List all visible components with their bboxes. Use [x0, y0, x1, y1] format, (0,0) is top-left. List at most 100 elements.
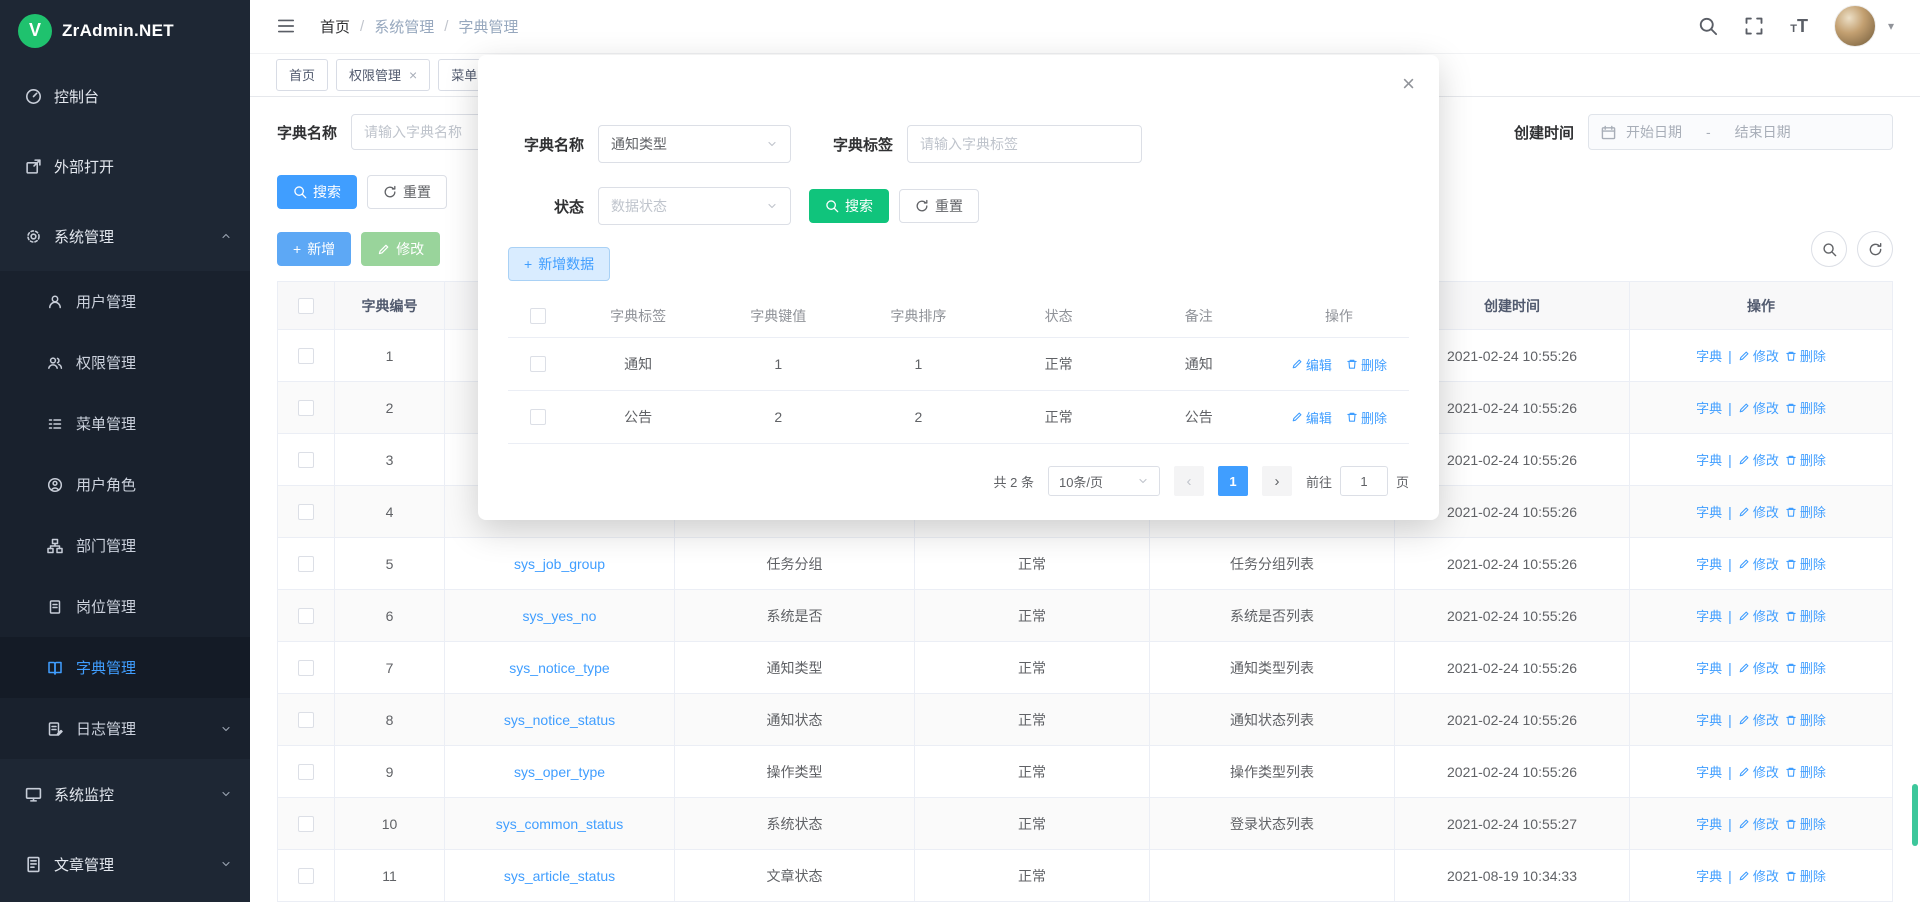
sidebar-item-permissions[interactable]: 权限管理 [0, 332, 250, 393]
row-checkbox[interactable] [298, 452, 314, 468]
scrollbar-thumb[interactable] [1912, 784, 1918, 846]
row-checkbox[interactable] [298, 504, 314, 520]
dict-type-link[interactable]: sys_oper_type [514, 764, 605, 780]
add-data-button[interactable]: + 新增数据 [508, 247, 610, 281]
edit-button[interactable]: 修改 [361, 232, 440, 266]
select-all-checkbox[interactable] [530, 308, 546, 324]
row-checkbox[interactable] [298, 712, 314, 728]
edit-link[interactable]: 修改 [1738, 450, 1779, 469]
row-checkbox[interactable] [530, 409, 546, 425]
dict-type-link[interactable]: sys_notice_status [504, 712, 615, 728]
edit-link[interactable]: 编辑 [1291, 408, 1332, 427]
edit-link[interactable]: 修改 [1738, 658, 1779, 677]
search-icon[interactable] [1698, 16, 1718, 36]
edit-link[interactable]: 修改 [1738, 606, 1779, 625]
delete-link[interactable]: 删除 [1785, 814, 1826, 833]
sidebar-item-system[interactable]: 系统管理 [0, 201, 250, 271]
sidebar-item-dictionary[interactable]: 字典管理 [0, 637, 250, 698]
delete-link[interactable]: 删除 [1785, 606, 1826, 625]
dict-data-link[interactable]: 字典 [1696, 762, 1722, 781]
sidebar-item-departments[interactable]: 部门管理 [0, 515, 250, 576]
row-checkbox[interactable] [298, 556, 314, 572]
row-checkbox[interactable] [298, 816, 314, 832]
sidebar-item-logs[interactable]: 日志管理 [0, 698, 250, 759]
dialog-reset-button[interactable]: 重置 [899, 189, 979, 223]
goto-page-input[interactable] [1340, 466, 1388, 496]
delete-link[interactable]: 删除 [1785, 658, 1826, 677]
select-all-checkbox[interactable] [298, 298, 314, 314]
delete-link[interactable]: 删除 [1785, 866, 1826, 885]
close-icon[interactable]: × [1402, 73, 1415, 95]
sidebar-item-users[interactable]: 用户管理 [0, 271, 250, 332]
delete-link[interactable]: 删除 [1785, 762, 1826, 781]
tab-permissions[interactable]: 权限管理 × [336, 59, 430, 91]
row-checkbox[interactable] [298, 400, 314, 416]
edit-link[interactable]: 修改 [1738, 866, 1779, 885]
prev-page-button[interactable]: ‹ [1174, 466, 1204, 496]
add-button[interactable]: + 新增 [277, 232, 351, 266]
tab-home[interactable]: 首页 [276, 59, 328, 91]
sidebar-item-posts[interactable]: 岗位管理 [0, 576, 250, 637]
dict-type-link[interactable]: sys_article_status [504, 868, 615, 884]
user-avatar[interactable] [1834, 5, 1876, 47]
breadcrumb-home[interactable]: 首页 [320, 16, 350, 37]
dict-data-link[interactable]: 字典 [1696, 554, 1722, 573]
edit-link[interactable]: 编辑 [1291, 355, 1332, 374]
delete-link[interactable]: 删除 [1785, 346, 1826, 365]
dict-data-link[interactable]: 字典 [1696, 398, 1722, 417]
sidebar-item-menus[interactable]: 菜单管理 [0, 393, 250, 454]
row-checkbox[interactable] [298, 764, 314, 780]
search-button[interactable]: 搜索 [277, 175, 357, 209]
delete-link[interactable]: 删除 [1785, 398, 1826, 417]
sidebar-item-monitoring[interactable]: 系统监控 [0, 759, 250, 829]
dict-data-link[interactable]: 字典 [1696, 866, 1722, 885]
delete-link[interactable]: 删除 [1785, 710, 1826, 729]
next-page-button[interactable]: › [1262, 466, 1292, 496]
dict-data-link[interactable]: 字典 [1696, 710, 1722, 729]
dict-type-link[interactable]: sys_common_status [496, 816, 624, 832]
dict-data-link[interactable]: 字典 [1696, 606, 1722, 625]
row-checkbox[interactable] [298, 348, 314, 364]
dict-data-link[interactable]: 字典 [1696, 346, 1722, 365]
dict-label-input[interactable] [907, 125, 1142, 163]
edit-link[interactable]: 修改 [1738, 346, 1779, 365]
reset-button[interactable]: 重置 [367, 175, 447, 209]
row-checkbox[interactable] [530, 356, 546, 372]
delete-link[interactable]: 删除 [1346, 355, 1387, 374]
refresh-icon[interactable] [1857, 231, 1893, 267]
row-checkbox[interactable] [298, 868, 314, 884]
close-icon[interactable]: × [409, 68, 417, 82]
breadcrumb-system[interactable]: 系统管理 [374, 16, 434, 37]
dict-data-link[interactable]: 字典 [1696, 658, 1722, 677]
row-checkbox[interactable] [298, 608, 314, 624]
delete-link[interactable]: 删除 [1785, 554, 1826, 573]
dict-data-link[interactable]: 字典 [1696, 814, 1722, 833]
row-checkbox[interactable] [298, 660, 314, 676]
edit-link[interactable]: 修改 [1738, 762, 1779, 781]
create-time-range-picker[interactable]: 开始日期 - 结束日期 [1588, 114, 1893, 150]
dict-data-link[interactable]: 字典 [1696, 502, 1722, 521]
dict-type-link[interactable]: sys_notice_type [509, 660, 609, 676]
page-size-select[interactable]: 10条/页 [1048, 466, 1160, 496]
edit-link[interactable]: 修改 [1738, 554, 1779, 573]
dict-type-link[interactable]: sys_yes_no [523, 608, 597, 624]
edit-link[interactable]: 修改 [1738, 398, 1779, 417]
dict-data-link[interactable]: 字典 [1696, 450, 1722, 469]
delete-link[interactable]: 删除 [1785, 502, 1826, 521]
sidebar-item-external-open[interactable]: 外部打开 [0, 131, 250, 201]
sidebar-item-articles[interactable]: 文章管理 [0, 829, 250, 899]
edit-link[interactable]: 修改 [1738, 814, 1779, 833]
status-select[interactable]: 数据状态 [598, 187, 791, 225]
edit-link[interactable]: 修改 [1738, 502, 1779, 521]
edit-link[interactable]: 修改 [1738, 710, 1779, 729]
dict-name-select[interactable]: 通知类型 [598, 125, 791, 163]
fullscreen-icon[interactable] [1744, 16, 1764, 36]
dialog-search-button[interactable]: 搜索 [809, 189, 889, 223]
hamburger-icon[interactable] [276, 16, 296, 36]
font-size-icon[interactable]: TT [1790, 17, 1808, 35]
sidebar-item-dashboard[interactable]: 控制台 [0, 61, 250, 131]
search-toggle-icon[interactable] [1811, 231, 1847, 267]
delete-link[interactable]: 删除 [1785, 450, 1826, 469]
delete-link[interactable]: 删除 [1346, 408, 1387, 427]
sidebar-item-roles[interactable]: 用户角色 [0, 454, 250, 515]
